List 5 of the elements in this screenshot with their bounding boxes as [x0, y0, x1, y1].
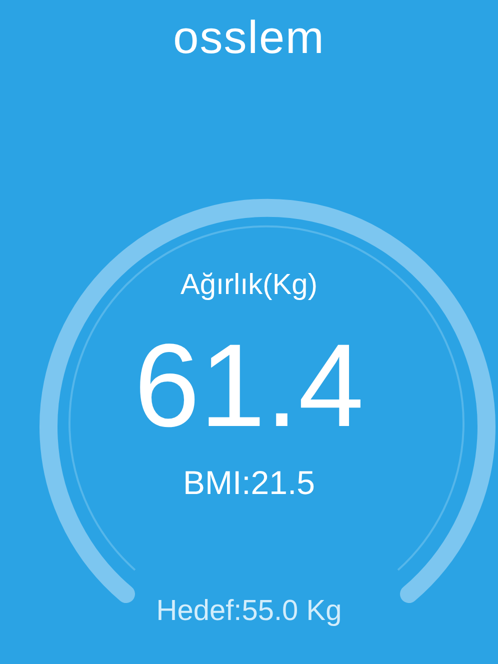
weight-label: Ağırlık(Kg) [180, 268, 318, 302]
app-title: osslem [173, 12, 325, 62]
weight-value: 61.4 [134, 324, 364, 448]
target-weight: Hedef:55.0 Kg [156, 594, 342, 628]
bmi-value: BMI:21.5 [182, 464, 316, 502]
